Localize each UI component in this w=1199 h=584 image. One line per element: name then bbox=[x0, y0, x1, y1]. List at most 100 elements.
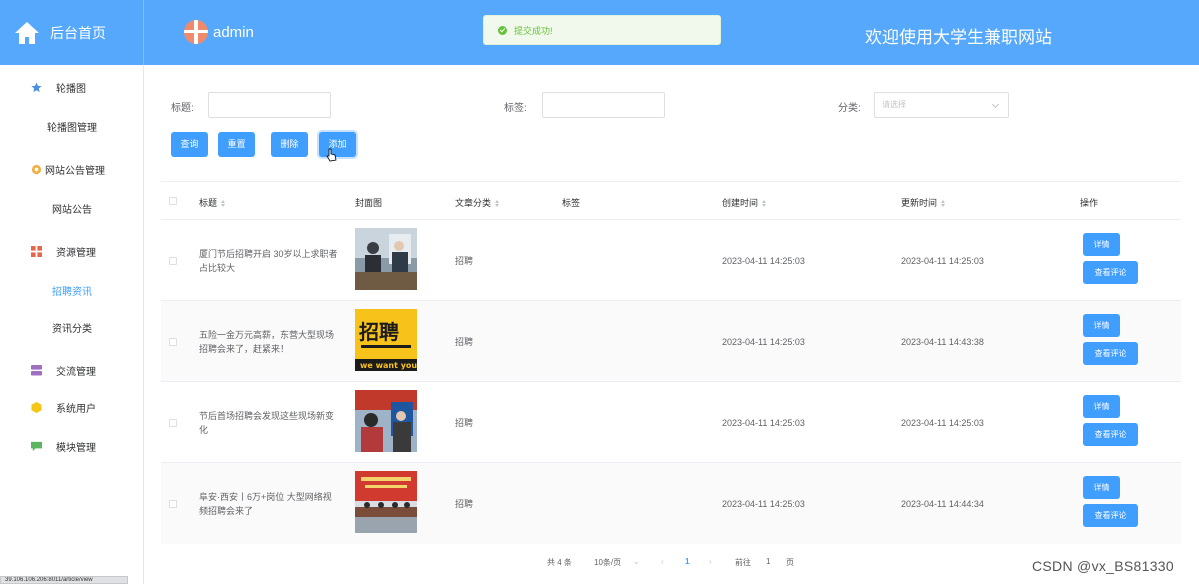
sidebar-subitem-news-category[interactable]: 资讯分类 bbox=[0, 320, 144, 335]
sidebar-item-modules[interactable]: 模块管理 bbox=[0, 438, 144, 454]
sidebar-item-system-users[interactable]: 系统用户 bbox=[0, 399, 144, 415]
header-cover: 封面图 bbox=[355, 198, 383, 208]
sidebar-item-label: 网站公告管理 bbox=[45, 165, 105, 177]
cover-image[interactable]: 招聘 we want you bbox=[355, 309, 417, 371]
row-title: 阜安·西安丨6万+岗位 大型网络视频招聘会来了 bbox=[199, 492, 332, 516]
home-label: 后台首页 bbox=[50, 24, 106, 41]
home-icon bbox=[14, 21, 40, 45]
row-checkbox[interactable] bbox=[169, 500, 177, 508]
row-category: 招聘 bbox=[455, 337, 474, 347]
view-comments-button[interactable]: 查看评论 bbox=[1083, 504, 1138, 527]
sidebar-item-label: 交流管理 bbox=[56, 366, 96, 378]
row-updated: 2023-04-11 14:25:03 bbox=[901, 256, 984, 266]
category-filter-label: 分类: bbox=[838, 103, 861, 114]
page-number-current[interactable]: 1 bbox=[685, 557, 689, 566]
detail-button[interactable]: 详情 bbox=[1083, 233, 1120, 256]
article-table: 标题 封面图 文章分类 标签 创建时间 更新时间 操作 厦门节后招聘开启 30岁… bbox=[161, 181, 1181, 544]
view-comments-button[interactable]: 查看评论 bbox=[1083, 261, 1138, 284]
chat-icon bbox=[31, 441, 42, 452]
sidebar-item-label: 模块管理 bbox=[56, 442, 96, 454]
row-category: 招聘 bbox=[455, 499, 474, 509]
sort-icon[interactable] bbox=[941, 200, 946, 207]
sort-icon[interactable] bbox=[762, 200, 767, 207]
detail-button[interactable]: 详情 bbox=[1083, 314, 1120, 337]
row-category: 招聘 bbox=[455, 418, 474, 428]
title-filter-input[interactable] bbox=[208, 92, 331, 118]
pagination-total: 共 4 条 bbox=[547, 558, 572, 567]
query-button[interactable]: 查询 bbox=[171, 132, 208, 157]
success-toast: 提交成功! bbox=[483, 15, 721, 45]
cube-icon bbox=[31, 401, 42, 413]
watermark: CSDN @vx_BS81330 bbox=[1032, 558, 1174, 574]
row-created: 2023-04-11 14:25:03 bbox=[722, 337, 805, 347]
user-name: admin bbox=[213, 23, 254, 41]
cover-image[interactable] bbox=[355, 471, 417, 533]
goto-page-input[interactable]: 1 bbox=[766, 557, 770, 566]
sidebar-item-carousel[interactable]: 轮播图 bbox=[0, 79, 144, 95]
goto-label: 前往 bbox=[735, 558, 751, 567]
svg-text:招聘: 招聘 bbox=[359, 320, 399, 344]
sidebar-subitem-carousel-manage[interactable]: 轮播图管理 bbox=[0, 119, 144, 134]
header-category[interactable]: 文章分类 bbox=[455, 196, 500, 209]
view-comments-button[interactable]: 查看评论 bbox=[1083, 342, 1138, 365]
next-page-icon[interactable]: › bbox=[709, 557, 712, 566]
chevron-down-icon[interactable]: ⌄ bbox=[633, 557, 640, 566]
detail-button[interactable]: 详情 bbox=[1083, 395, 1120, 418]
reset-button[interactable]: 重置 bbox=[218, 132, 255, 157]
user-menu[interactable]: admin bbox=[184, 20, 254, 44]
top-header: 后台首页 admin 提交成功! 欢迎使用大学生兼职网站 bbox=[0, 0, 1199, 65]
star-icon bbox=[31, 81, 42, 93]
row-updated: 2023-04-11 14:25:03 bbox=[901, 418, 984, 428]
header-created[interactable]: 创建时间 bbox=[722, 196, 767, 209]
table-row: 节后首场招聘会发现这些现场新变化 招聘 2023-04-11 14:25:03 … bbox=[161, 381, 1181, 463]
browser-status-url: 39.106.106.206:8011/article/view bbox=[0, 576, 128, 584]
row-title: 节后首场招聘会发现这些现场新变化 bbox=[199, 411, 335, 435]
view-comments-button[interactable]: 查看评论 bbox=[1083, 423, 1138, 446]
category-placeholder: 请选择 bbox=[882, 100, 906, 109]
tag-filter-input[interactable] bbox=[542, 92, 665, 118]
check-circle-icon bbox=[498, 25, 507, 35]
sidebar-item-label: 系统用户 bbox=[56, 403, 96, 415]
row-checkbox[interactable] bbox=[169, 419, 177, 427]
row-checkbox[interactable] bbox=[169, 257, 177, 265]
row-updated: 2023-04-11 14:44:34 bbox=[901, 499, 984, 509]
sidebar-item-resources[interactable]: 资源管理 bbox=[0, 243, 144, 259]
sidebar-subitem-recruitment-news[interactable]: 招聘资讯 bbox=[0, 283, 144, 298]
table-row: 厦门节后招聘开启 30岁以上求职者占比较大 招聘 2023-04-11 14:2… bbox=[161, 219, 1181, 301]
header-updated[interactable]: 更新时间 bbox=[901, 196, 946, 209]
select-all-checkbox[interactable] bbox=[169, 197, 177, 205]
welcome-title: 欢迎使用大学生兼职网站 bbox=[865, 28, 1052, 47]
row-created: 2023-04-11 14:25:03 bbox=[722, 499, 805, 509]
cover-image[interactable] bbox=[355, 390, 417, 452]
gear-icon bbox=[31, 164, 42, 175]
table-row: 阜安·西安丨6万+岗位 大型网络视频招聘会来了 招聘 2023-04-11 14… bbox=[161, 462, 1181, 544]
delete-button[interactable]: 删除 bbox=[271, 132, 308, 157]
header-ops: 操作 bbox=[1080, 198, 1099, 208]
add-button[interactable]: 添加 bbox=[319, 132, 356, 157]
row-created: 2023-04-11 14:25:03 bbox=[722, 256, 805, 266]
sort-icon[interactable] bbox=[221, 200, 226, 207]
title-filter-label: 标题: bbox=[171, 103, 194, 114]
row-created: 2023-04-11 14:25:03 bbox=[722, 418, 805, 428]
sidebar: 轮播图 轮播图管理 网站公告管理 网站公告 资源管理 招聘资讯 资讯分类 交流管… bbox=[0, 65, 144, 584]
avatar bbox=[184, 20, 208, 44]
chevron-down-icon bbox=[991, 100, 1000, 109]
row-title: 五险一金万元高薪，东营大型现场招聘会来了，赶紧来！ bbox=[199, 330, 335, 354]
toast-text: 提交成功! bbox=[514, 25, 553, 36]
header-title[interactable]: 标题 bbox=[199, 196, 226, 209]
sidebar-item-label: 轮播图 bbox=[56, 83, 86, 95]
goto-suffix: 页 bbox=[786, 558, 794, 567]
sidebar-subitem-announcement[interactable]: 网站公告 bbox=[0, 201, 144, 216]
row-updated: 2023-04-11 14:43:38 bbox=[901, 337, 984, 347]
home-link[interactable]: 后台首页 bbox=[0, 0, 144, 65]
detail-button[interactable]: 详情 bbox=[1083, 476, 1120, 499]
page-size-select[interactable]: 10条/页 bbox=[594, 557, 621, 568]
table-row: 五险一金万元高薪，东营大型现场招聘会来了，赶紧来！ 招聘 we want you… bbox=[161, 300, 1181, 382]
sidebar-item-communication[interactable]: 交流管理 bbox=[0, 362, 144, 378]
row-checkbox[interactable] bbox=[169, 338, 177, 346]
category-filter-select[interactable]: 请选择 bbox=[874, 92, 1009, 118]
prev-page-icon[interactable]: ‹ bbox=[661, 557, 664, 566]
cover-image[interactable] bbox=[355, 228, 417, 290]
sidebar-item-announcements[interactable]: 网站公告管理 bbox=[0, 161, 144, 177]
sort-icon[interactable] bbox=[495, 200, 500, 207]
